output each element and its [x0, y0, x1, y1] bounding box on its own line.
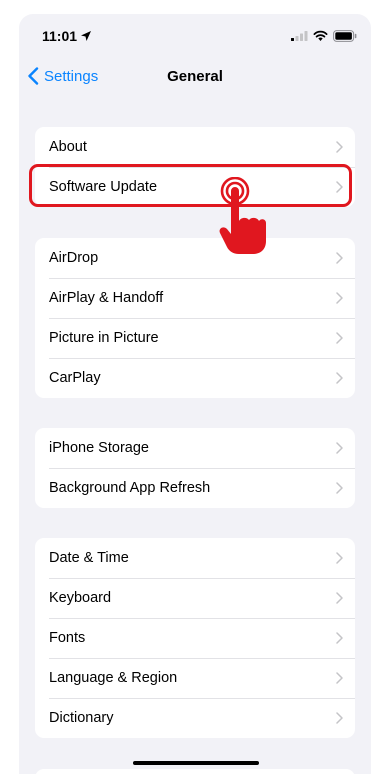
- list-item-dictionary[interactable]: Dictionary: [35, 698, 355, 738]
- page-title: General: [167, 68, 223, 85]
- settings-group-storage: iPhone Storage Background App Refresh: [35, 428, 355, 508]
- settings-group-date-time: Date & Time Keyboard Fonts Language & Re…: [35, 538, 355, 738]
- list-item-label: CarPlay: [49, 370, 101, 386]
- list-item-label: AirDrop: [49, 250, 99, 266]
- list-item-label: Dictionary: [49, 710, 114, 726]
- chevron-right-icon: [336, 181, 343, 193]
- settings-group-about: About Software Update: [35, 127, 355, 207]
- phone-screen: 11:01 Settings General About Software Up…: [19, 14, 371, 774]
- home-indicator[interactable]: [133, 761, 259, 765]
- chevron-right-icon: [336, 552, 343, 564]
- list-item-about[interactable]: About: [35, 127, 355, 167]
- list-item-fonts[interactable]: Fonts: [35, 618, 355, 658]
- status-icons: [291, 29, 357, 42]
- status-bar: 11:01: [19, 14, 371, 58]
- list-item-airdrop[interactable]: AirDrop: [35, 238, 355, 278]
- list-item-label: iPhone Storage: [49, 440, 149, 456]
- wifi-icon: [313, 30, 328, 41]
- list-item-software-update[interactable]: Software Update: [35, 167, 355, 207]
- list-item-label: Fonts: [49, 630, 86, 646]
- battery-icon: [333, 29, 357, 42]
- chevron-right-icon: [336, 672, 343, 684]
- chevron-right-icon: [336, 372, 343, 384]
- list-item-label: AirPlay & Handoff: [49, 290, 164, 306]
- list-item-carplay[interactable]: CarPlay: [35, 358, 355, 398]
- list-item-keyboard[interactable]: Keyboard: [35, 578, 355, 618]
- chevron-right-icon: [336, 141, 343, 153]
- chevron-right-icon: [336, 252, 343, 264]
- chevron-right-icon: [336, 482, 343, 494]
- chevron-right-icon: [336, 292, 343, 304]
- list-item-background-app-refresh[interactable]: Background App Refresh: [35, 468, 355, 508]
- list-item-label: Background App Refresh: [49, 480, 211, 496]
- list-item-date-time[interactable]: Date & Time: [35, 538, 355, 578]
- settings-group-partial: [35, 769, 355, 774]
- list-item-label: Language & Region: [49, 670, 178, 686]
- list-item-label: Software Update: [49, 179, 158, 195]
- list-item-iphone-storage[interactable]: iPhone Storage: [35, 428, 355, 468]
- list-item-label: About: [49, 139, 87, 155]
- list-item-label: Picture in Picture: [49, 330, 159, 346]
- list-item-label: Date & Time: [49, 550, 129, 566]
- chevron-right-icon: [336, 332, 343, 344]
- chevron-right-icon: [336, 632, 343, 644]
- chevron-right-icon: [336, 442, 343, 454]
- list-item-label: Keyboard: [49, 590, 112, 606]
- cellular-signal-icon: [291, 31, 308, 41]
- list-item-language-region[interactable]: Language & Region: [35, 658, 355, 698]
- chevron-right-icon: [336, 592, 343, 604]
- status-time: 11:01: [42, 28, 78, 44]
- navigation-bar: Settings General: [19, 58, 371, 98]
- list-item-airplay-handoff[interactable]: AirPlay & Handoff: [35, 278, 355, 318]
- settings-group-airdrop: AirDrop AirPlay & Handoff Picture in Pic…: [35, 238, 355, 398]
- location-arrow-icon: [81, 31, 91, 41]
- chevron-right-icon: [336, 712, 343, 724]
- list-item-picture-in-picture[interactable]: Picture in Picture: [35, 318, 355, 358]
